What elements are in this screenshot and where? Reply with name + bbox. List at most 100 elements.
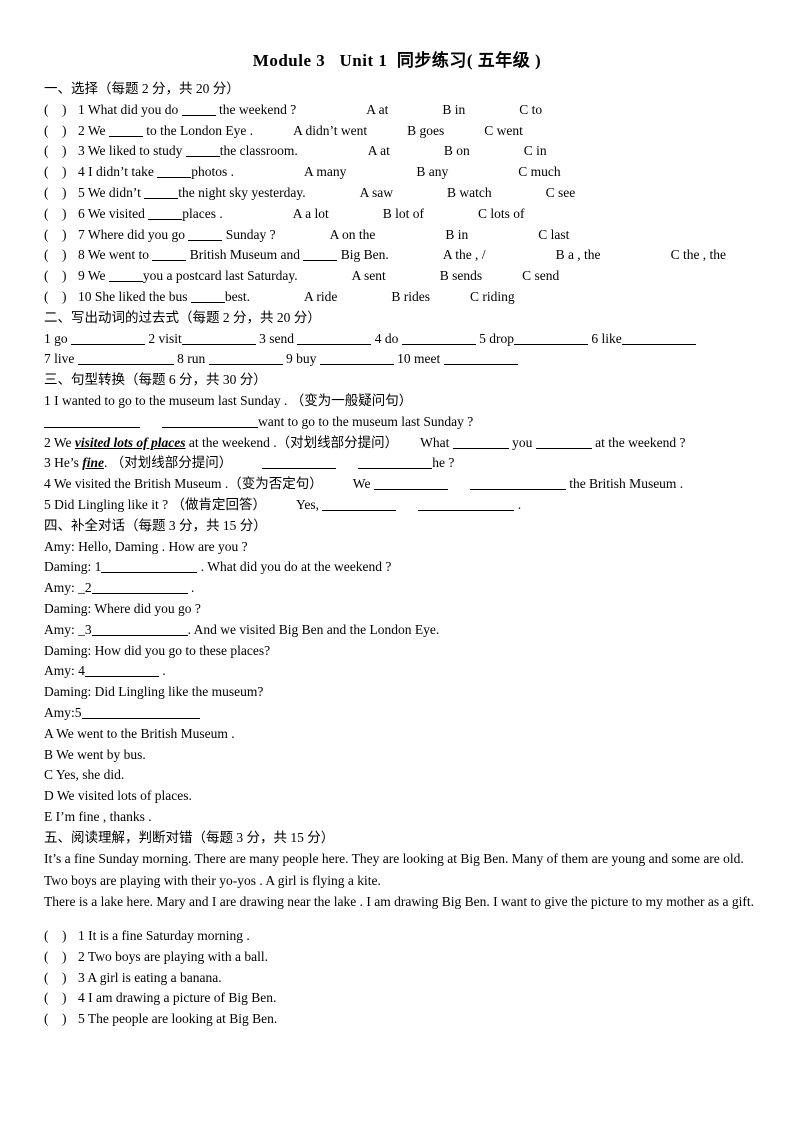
option-a[interactable]: A didn’t went (293, 121, 367, 142)
option-a[interactable]: A a lot (293, 204, 329, 225)
question-text: Two boys are playing with a ball. (87, 948, 269, 964)
option-c[interactable]: C see (546, 183, 576, 204)
fill-blank[interactable] (535, 436, 592, 449)
answer-paren[interactable]: ( ) (44, 204, 78, 225)
verb-blank[interactable] (297, 332, 372, 345)
option-b[interactable]: B rides (391, 287, 430, 308)
fill-blank[interactable] (322, 498, 397, 511)
fill-blank[interactable] (418, 498, 515, 511)
tf-question-5: ( ) 5 The people are looking at Big Ben. (44, 1009, 754, 1030)
option-b[interactable]: B watch (447, 183, 492, 204)
fill-blank[interactable] (91, 623, 188, 636)
option-c[interactable]: C in (524, 141, 547, 162)
fill-blank[interactable] (190, 290, 225, 303)
answer-paren[interactable]: ( ) (44, 141, 78, 162)
dialogue-choice-b[interactable]: B We went by bus. (44, 745, 754, 766)
verb-word: do (384, 330, 399, 346)
option-c[interactable]: C the , the (671, 245, 727, 266)
option-b[interactable]: B sends (440, 266, 482, 287)
dialogue-choice-c[interactable]: C Yes, she did. (44, 765, 754, 786)
answer-paren[interactable]: ( ) (44, 287, 78, 308)
fill-blank[interactable] (148, 207, 183, 220)
fill-blank[interactable] (262, 456, 337, 470)
option-c[interactable]: C last (538, 225, 569, 246)
answer-paren[interactable]: ( ) (44, 225, 78, 246)
option-b[interactable]: B a , the (556, 245, 601, 266)
answer-paren[interactable]: ( ) (44, 266, 78, 287)
answer-paren[interactable]: ( ) (44, 988, 78, 1009)
fill-blank[interactable] (162, 415, 258, 428)
dialogue-speaker: Amy: (44, 704, 75, 720)
answer-paren[interactable]: ( ) (44, 968, 78, 989)
dialogue-line-6: Daming: How did you go to these places? (44, 641, 754, 662)
verb-blank[interactable] (77, 352, 174, 366)
verb-blank[interactable] (181, 332, 256, 345)
option-b[interactable]: B goes (407, 121, 444, 142)
fill-blank[interactable] (373, 477, 448, 491)
fill-blank[interactable] (108, 269, 143, 283)
fill-blank[interactable] (358, 456, 433, 470)
verb-blank[interactable] (514, 332, 589, 345)
option-b[interactable]: B in (445, 225, 468, 246)
question-stem-end: photos . (191, 164, 234, 180)
option-c[interactable]: C lots of (478, 204, 525, 225)
fill-blank[interactable] (181, 103, 216, 116)
answer-paren[interactable]: ( ) (44, 947, 78, 968)
option-a[interactable]: A many (304, 162, 346, 183)
answer-paren[interactable]: ( ) (44, 100, 78, 121)
verb-blank[interactable] (621, 332, 696, 345)
answer-paren[interactable]: ( ) (44, 183, 78, 204)
option-c[interactable]: C send (522, 266, 559, 287)
verb-blank[interactable] (401, 332, 476, 345)
mc-question-6: ( ) 6 We visited places . A a lot B lot of C… (44, 204, 754, 225)
option-a[interactable]: A saw (360, 183, 393, 204)
dialogue-choice-d[interactable]: D We visited lots of places. (44, 786, 754, 807)
option-c[interactable]: C went (484, 121, 523, 142)
answer-paren[interactable]: ( ) (44, 926, 78, 947)
fill-blank[interactable] (144, 186, 179, 199)
fill-blank[interactable] (101, 560, 198, 574)
option-a[interactable]: A the , / (443, 245, 486, 266)
fill-blank[interactable] (152, 248, 187, 262)
fill-blank[interactable] (91, 581, 188, 595)
verb-blank[interactable] (71, 332, 145, 345)
answer-paren[interactable]: ( ) (44, 1009, 78, 1030)
option-b[interactable]: B in (442, 100, 465, 121)
mc-question-9: ( ) 9 We you a postcard last Saturday. A s… (44, 266, 754, 287)
transform-question-5: 5 Did Lingling like it ? （做肯定回答） Yes, . (44, 495, 754, 516)
option-c[interactable]: C to (519, 100, 542, 121)
verb-item-number: 1 (44, 330, 51, 346)
answer-paren[interactable]: ( ) (44, 245, 78, 266)
fill-blank[interactable] (188, 228, 223, 241)
option-c[interactable]: C riding (470, 287, 515, 308)
question-stem-end: Big Ben. (340, 247, 389, 263)
answer-paren[interactable]: ( ) (44, 121, 78, 142)
fill-blank[interactable] (81, 706, 200, 719)
fill-blank[interactable] (84, 664, 159, 678)
option-b[interactable]: B any (416, 162, 448, 183)
fill-blank[interactable] (469, 477, 566, 491)
fill-blank[interactable] (44, 415, 140, 428)
option-b[interactable]: B lot of (383, 204, 424, 225)
fill-blank[interactable] (185, 144, 220, 158)
fill-blank[interactable] (303, 248, 338, 262)
fill-blank[interactable] (157, 165, 192, 179)
option-c[interactable]: C much (518, 162, 560, 183)
question-stem-end: the weekend ? (219, 101, 297, 117)
answer-paren[interactable]: ( ) (44, 162, 78, 183)
option-a[interactable]: A at (366, 100, 388, 121)
option-a[interactable]: A sent (352, 266, 386, 287)
dialogue-choice-e[interactable]: E I’m fine , thanks . (44, 807, 754, 828)
verb-blank[interactable] (443, 352, 518, 366)
option-a[interactable]: A at (368, 141, 390, 162)
fill-blank[interactable] (108, 124, 143, 137)
fill-blank[interactable] (452, 436, 509, 449)
option-a[interactable]: A ride (304, 287, 337, 308)
option-b[interactable]: B on (444, 141, 470, 162)
dialogue-choice-a[interactable]: A We went to the British Museum . (44, 724, 754, 745)
verb-blank[interactable] (319, 352, 394, 366)
option-a[interactable]: A on the (330, 225, 376, 246)
verb-blank[interactable] (208, 352, 283, 366)
verb-row-1: 1 go 2 visit 3 send 4 do 5 drop 6 like (44, 329, 754, 350)
question-text: A girl is eating a banana. (87, 969, 222, 985)
